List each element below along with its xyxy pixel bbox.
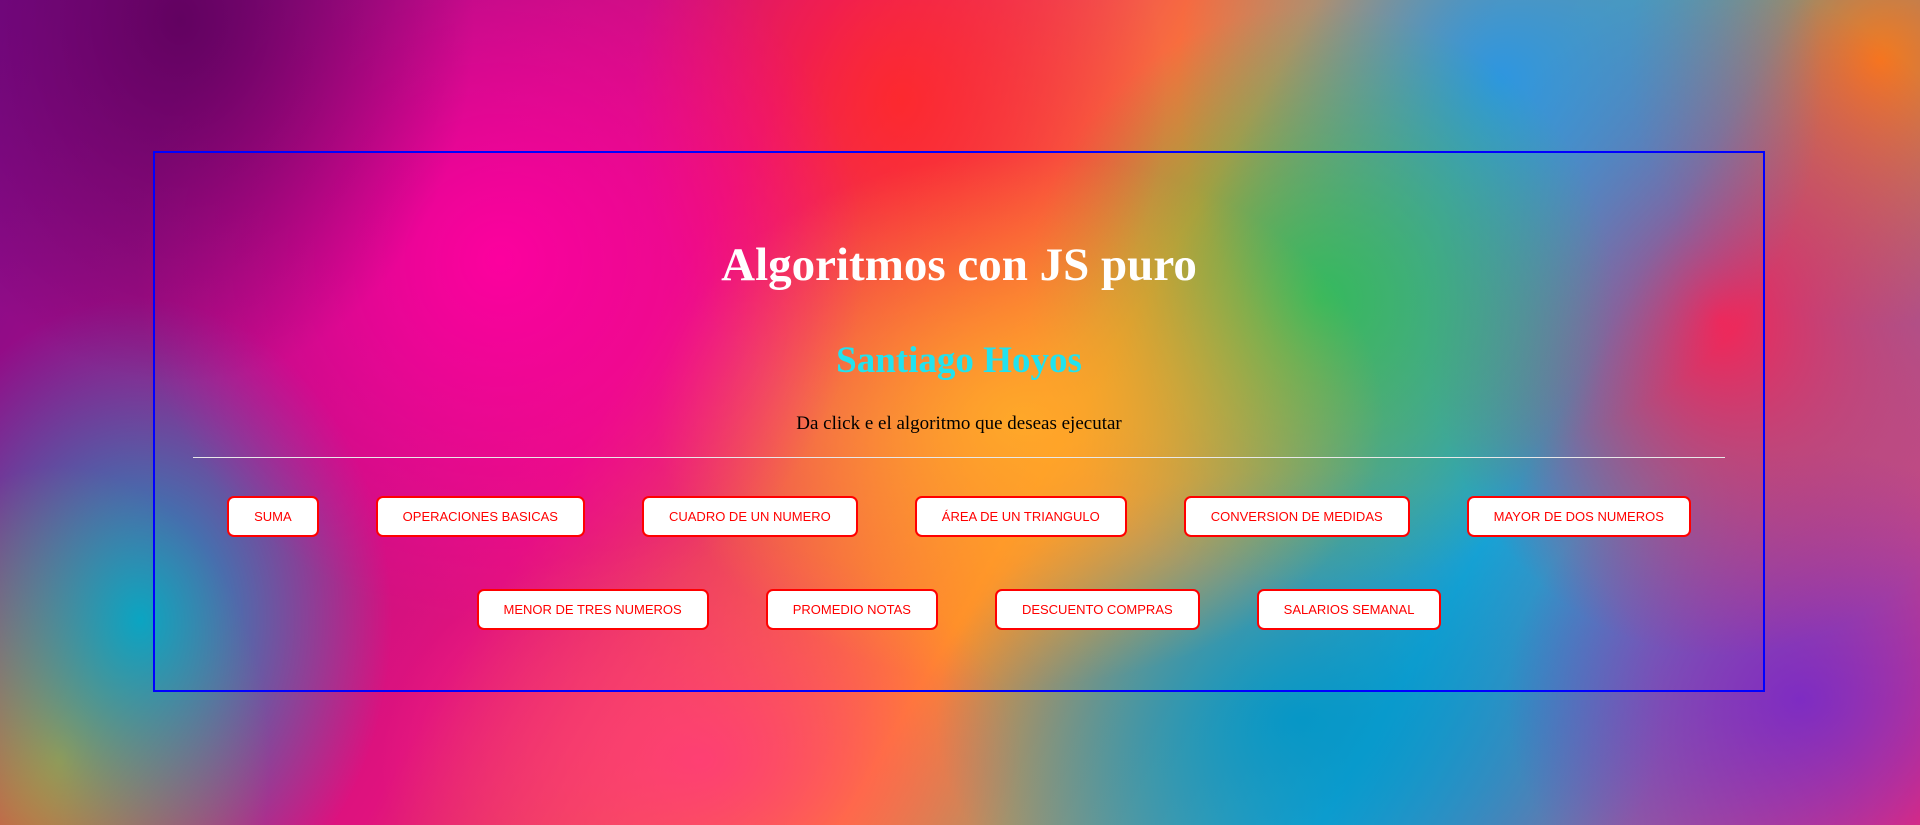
salarios-semanal-button[interactable]: SALARIOS SEMANAL <box>1256 589 1442 630</box>
suma-button[interactable]: SUMA <box>227 496 319 537</box>
author-name: Santiago Hoyos <box>836 340 1082 381</box>
menor-de-tres-numeros-button[interactable]: MENOR DE TRES NUMEROS <box>476 589 709 630</box>
algorithms-panel: Algoritmos con JS puro Santiago Hoyos Da… <box>153 151 1765 692</box>
cuadro-de-un-numero-button[interactable]: CUADRO DE UN NUMERO <box>641 496 858 537</box>
promedio-notas-button[interactable]: PROMEDIO NOTAS <box>765 589 938 630</box>
button-row-1: SUMA OPERACIONES BASICAS CUADRO DE UN NU… <box>155 496 1763 537</box>
instruction-text: Da click e el algoritmo que deseas ejecu… <box>796 413 1122 434</box>
operaciones-basicas-button[interactable]: OPERACIONES BASICAS <box>375 496 585 537</box>
conversion-de-medidas-button[interactable]: CONVERSION DE MEDIDAS <box>1183 496 1410 537</box>
divider <box>193 457 1725 458</box>
mayor-de-dos-numeros-button[interactable]: MAYOR DE DOS NUMEROS <box>1466 496 1691 537</box>
page-title: Algoritmos con JS puro <box>721 239 1197 291</box>
area-de-un-triangulo-button[interactable]: ÁREA DE UN TRIANGULO <box>914 496 1127 537</box>
descuento-compras-button[interactable]: DESCUENTO COMPRAS <box>994 589 1200 630</box>
button-row-2: MENOR DE TRES NUMEROS PROMEDIO NOTAS DES… <box>155 589 1763 630</box>
